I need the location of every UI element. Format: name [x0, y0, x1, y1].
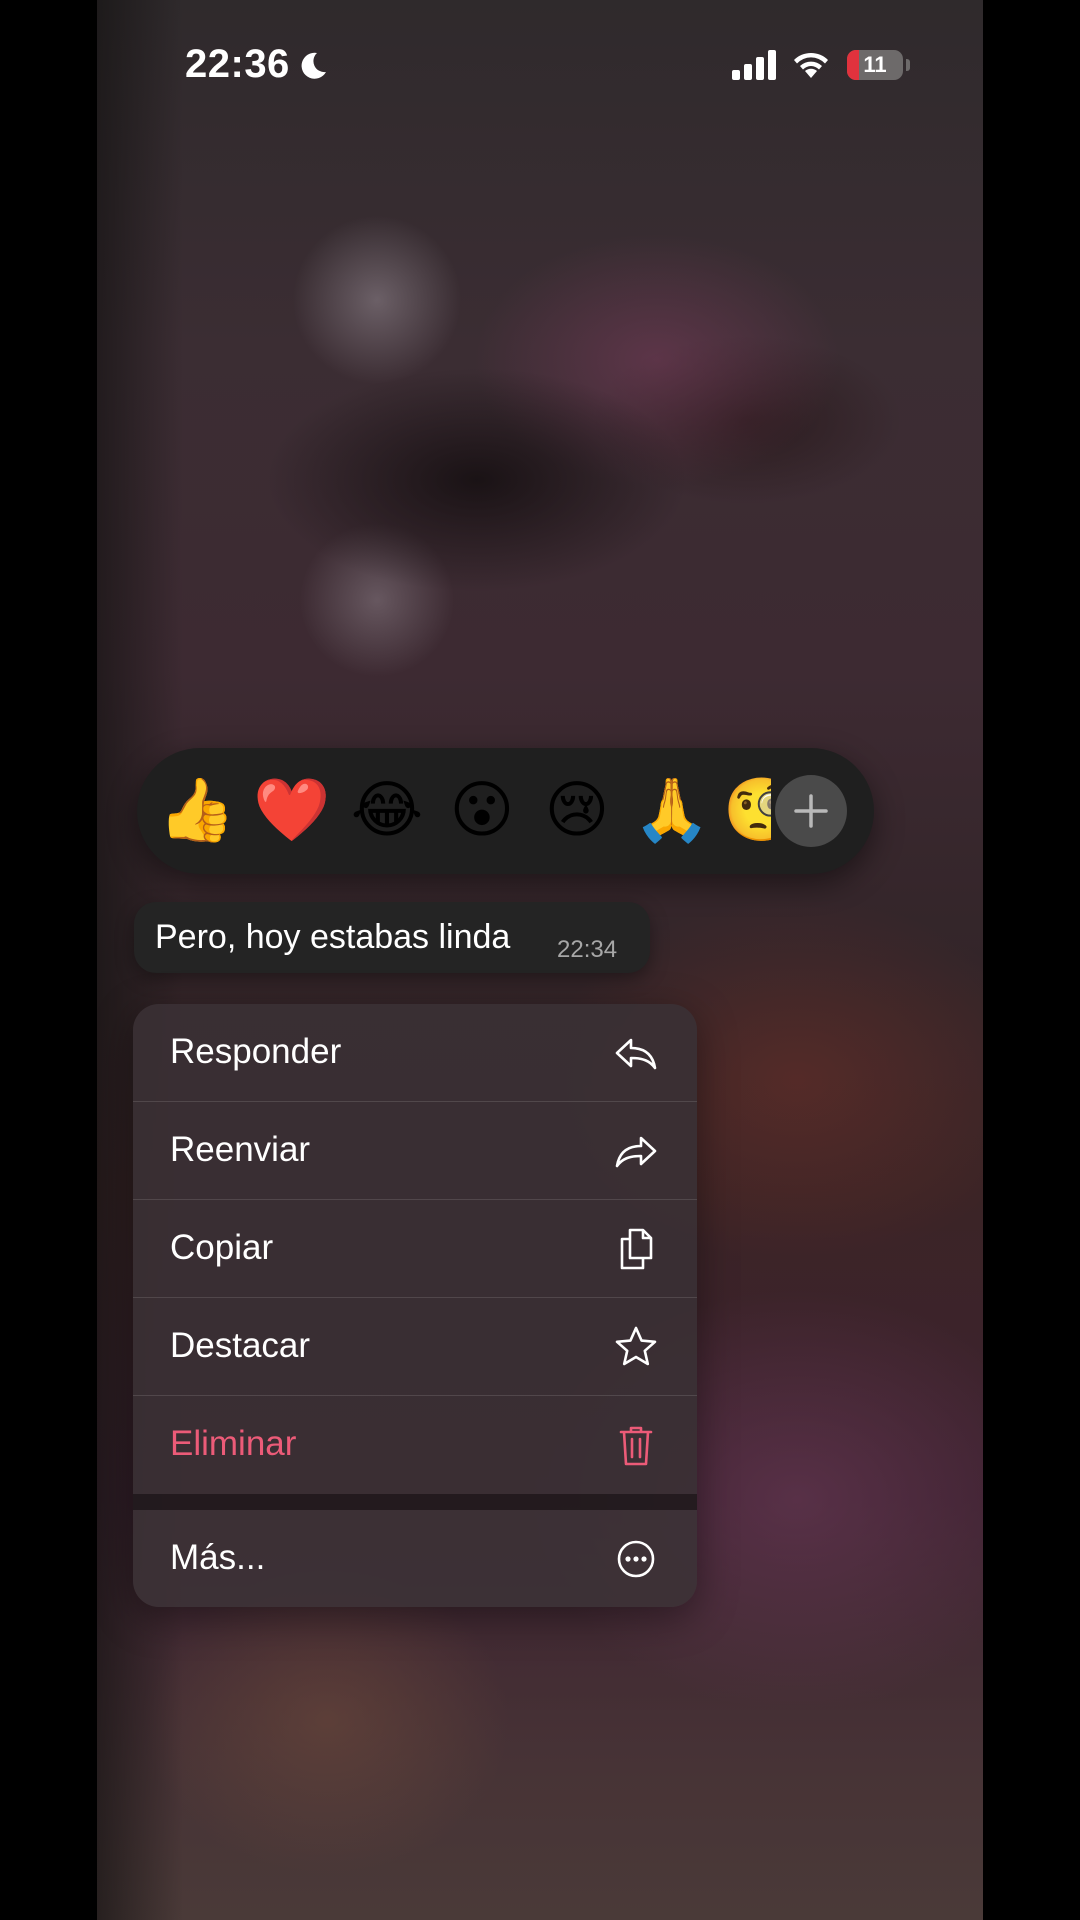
menu-item-mas[interactable]: Más...: [133, 1510, 697, 1607]
menu-item-label: Reenviar: [170, 1130, 311, 1169]
menu-item-label: Eliminar: [170, 1424, 297, 1463]
crying-emoji[interactable]: 😢: [535, 768, 619, 852]
menu-more-group: Más...: [133, 1510, 697, 1607]
message-bubble: Pero, hoy estabas linda 22:34: [134, 902, 650, 973]
phone-screen: 22:36 11 👍 ❤️ 😂 😮 😢 🙏 🧐 Pero, hoy estaba…: [97, 0, 983, 1920]
menu-item-label: Destacar: [170, 1326, 311, 1365]
plus-icon: [794, 794, 828, 828]
message-context-menu: Responder Reenviar Copiar Destacar Elimi…: [133, 1004, 697, 1607]
menu-item-copiar[interactable]: Copiar: [133, 1200, 697, 1298]
face-with-monocle-emoji[interactable]: 🧐: [723, 768, 771, 852]
message-timestamp: 22:34: [557, 936, 618, 963]
menu-item-eliminar[interactable]: Eliminar: [133, 1396, 697, 1494]
copy-icon: [620, 1228, 653, 1270]
status-bar: 22:36 11: [97, 0, 983, 130]
moon-icon: [301, 52, 326, 79]
red-heart-emoji[interactable]: ❤️: [250, 768, 334, 852]
star-icon: [615, 1326, 657, 1366]
more-reactions-button[interactable]: [775, 775, 847, 847]
reaction-bar: 👍 ❤️ 😂 😮 😢 🙏 🧐: [137, 748, 874, 874]
cellular-signal-icon: [732, 50, 776, 80]
tears-of-joy-emoji[interactable]: 😂: [345, 768, 429, 852]
trash-icon: [619, 1426, 653, 1466]
status-time: 22:36: [185, 42, 290, 86]
battery-indicator: 11: [847, 50, 903, 80]
surprised-emoji[interactable]: 😮: [440, 768, 524, 852]
reply-icon: [615, 1038, 657, 1070]
menu-item-label: Copiar: [170, 1228, 274, 1267]
thumbs-up-emoji[interactable]: 👍: [155, 768, 239, 852]
wifi-icon: [794, 52, 828, 78]
menu-item-destacar[interactable]: Destacar: [133, 1298, 697, 1396]
battery-level: 11: [863, 52, 887, 77]
menu-actions-group: Responder Reenviar Copiar Destacar Elimi…: [133, 1004, 697, 1494]
menu-item-reenviar[interactable]: Reenviar: [133, 1102, 697, 1200]
more-ellipsis-icon: [617, 1540, 655, 1578]
battery-tip: [906, 59, 910, 71]
message-text: Pero, hoy estabas linda: [155, 918, 511, 956]
menu-item-label: Más...: [170, 1538, 266, 1577]
forward-icon: [615, 1136, 657, 1168]
menu-item-label: Responder: [170, 1032, 342, 1071]
menu-item-responder[interactable]: Responder: [133, 1004, 697, 1102]
menu-group-separator: [133, 1494, 697, 1510]
folded-hands-emoji[interactable]: 🙏: [630, 768, 714, 852]
